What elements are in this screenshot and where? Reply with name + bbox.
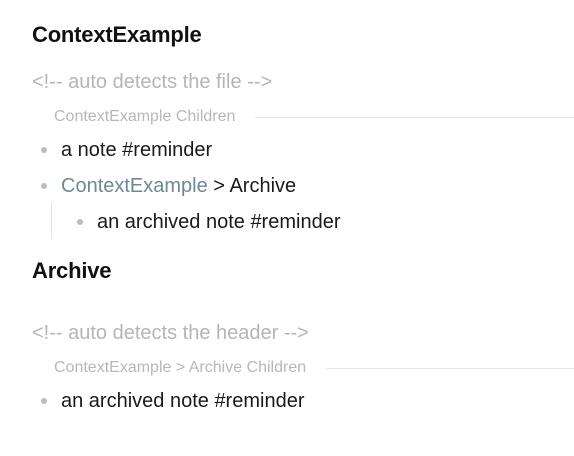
section-heading-archive: Archive [32, 258, 112, 283]
children-header: ContextExample > Archive Children [54, 358, 574, 378]
children-header-divider [326, 367, 574, 369]
contextexample-link[interactable]: ContextExample [61, 175, 208, 197]
list-item-text: an archived note #reminder [61, 389, 305, 412]
list-item: an archived note #reminder [77, 209, 340, 235]
list-item-text: an archived note #reminder [97, 210, 341, 233]
list-item: ContextExample > Archive [41, 173, 296, 199]
list-item-text: a note #reminder [61, 138, 213, 161]
children-header: ContextExample Children [54, 107, 574, 127]
children-header-label: ContextExample > Archive Children [54, 359, 307, 376]
bullet-icon [41, 398, 47, 404]
list-item: a note #reminder [41, 137, 212, 163]
note-page: ContextExample <!-- auto detects the fil… [0, 0, 574, 456]
section-heading-contextexample: ContextExample [32, 22, 202, 47]
html-comment-header: <!-- auto detects the header --> [32, 322, 309, 344]
bullet-icon [41, 183, 47, 189]
bullet-icon [41, 147, 47, 153]
children-header-divider [255, 116, 574, 118]
html-comment-file: <!-- auto detects the file --> [32, 71, 273, 93]
nesting-guide-line [51, 203, 52, 239]
list-item: an archived note #reminder [41, 388, 304, 414]
bullet-icon [77, 219, 83, 225]
breadcrumb-suffix: > Archive [207, 174, 297, 197]
children-header-label: ContextExample Children [54, 108, 236, 125]
